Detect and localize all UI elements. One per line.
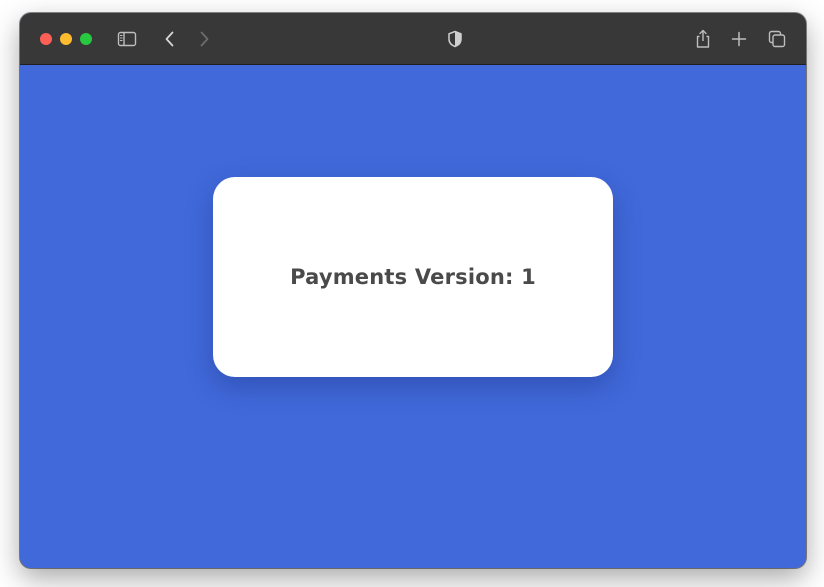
share-icon[interactable] (691, 27, 715, 51)
titlebar (20, 13, 806, 65)
shield-icon[interactable] (443, 27, 467, 51)
back-chevron-icon[interactable] (158, 27, 182, 51)
tabs-overview-icon[interactable] (765, 27, 789, 51)
version-card: Payments Version: 1 (213, 177, 613, 377)
zoom-window-button[interactable] (80, 33, 92, 45)
plus-icon[interactable] (727, 27, 751, 51)
sidebar-icon[interactable] (115, 27, 139, 51)
page-content: Payments Version: 1 (20, 65, 806, 568)
browser-window: Payments Version: 1 (20, 13, 806, 568)
forward-chevron-icon[interactable] (192, 27, 216, 51)
version-label: Payments Version: 1 (290, 265, 536, 289)
minimize-window-button[interactable] (60, 33, 72, 45)
close-window-button[interactable] (40, 33, 52, 45)
